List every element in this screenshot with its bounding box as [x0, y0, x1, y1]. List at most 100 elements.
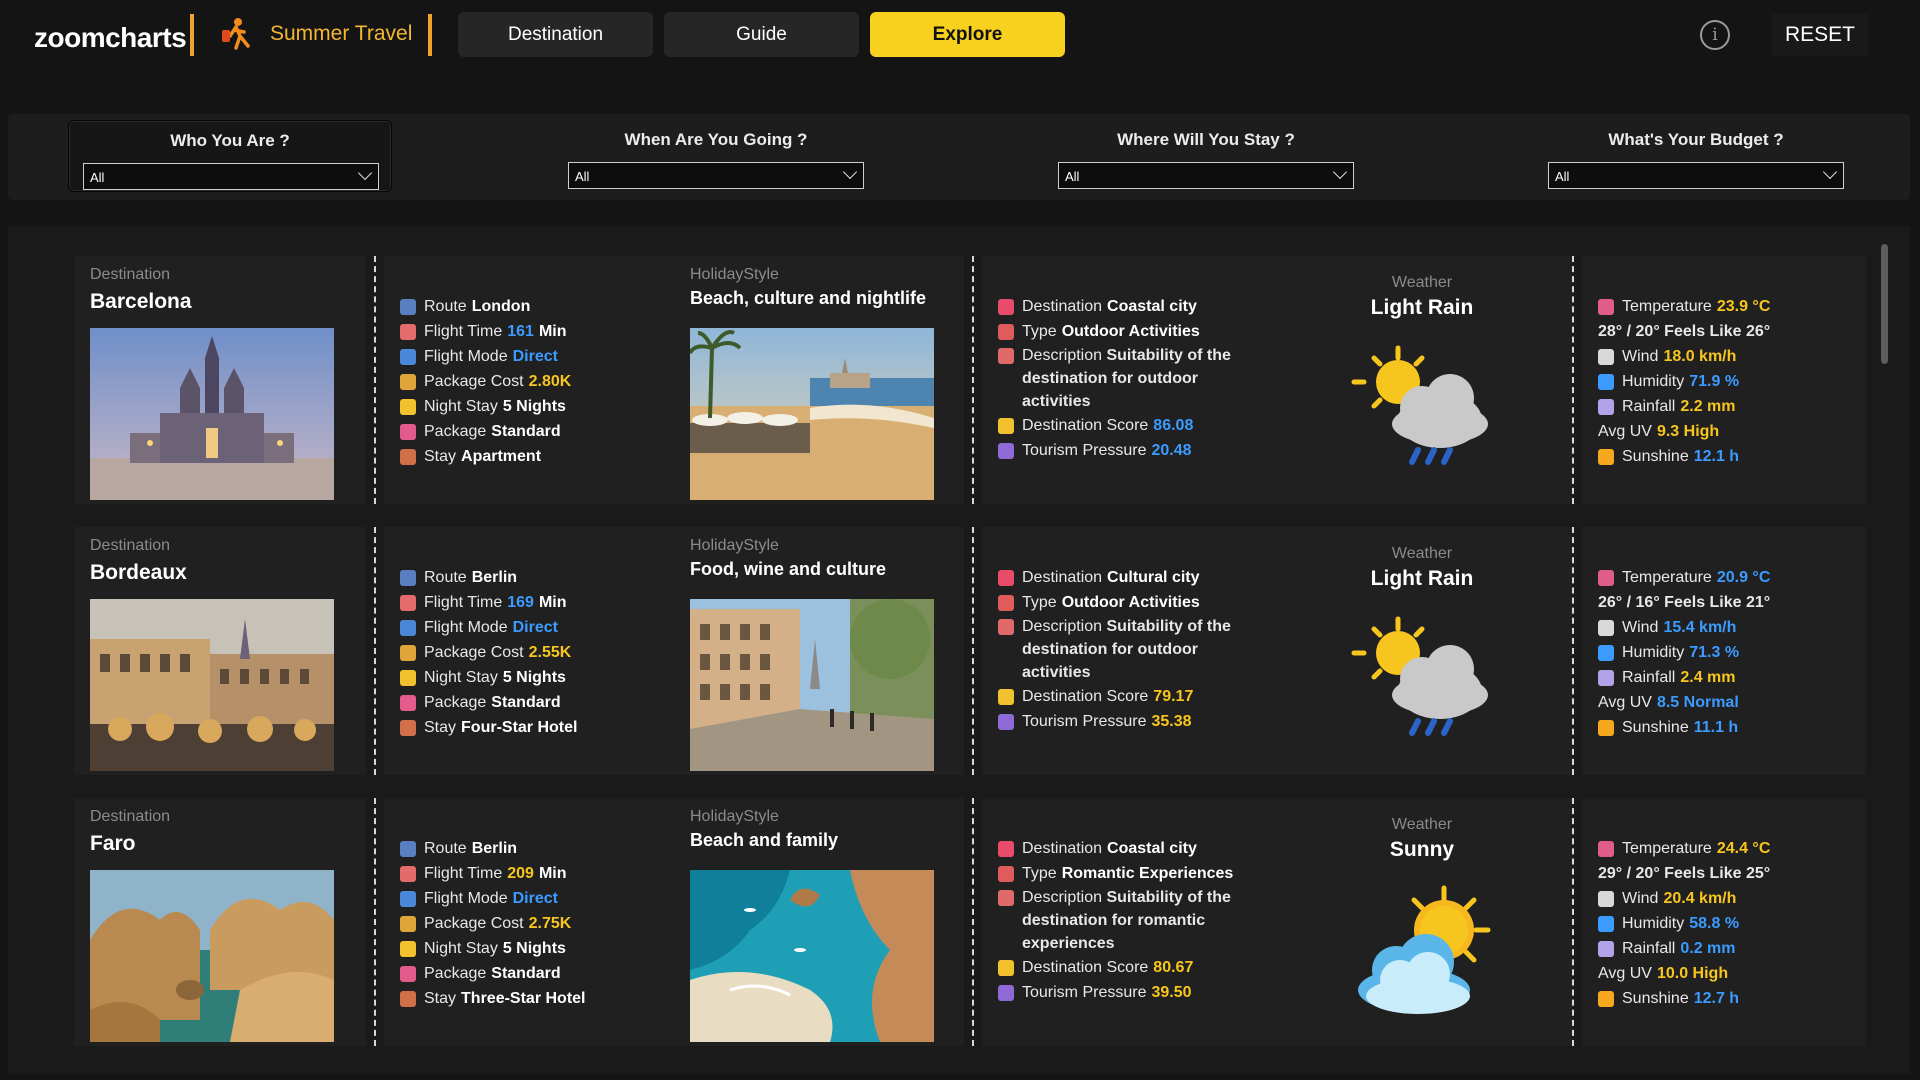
people-line: Tourism Pressure 20.48 [998, 438, 1262, 463]
tab-explore[interactable]: Explore [870, 12, 1065, 57]
budget-select[interactable]: All [1548, 162, 1844, 189]
field-label: Stay [424, 448, 457, 465]
droplet-line: Humidity 71.3 % [1598, 640, 1770, 665]
filter-bar: Who You Are ? All When Are You Going ? A… [8, 114, 1910, 200]
field-label: Temperature [1622, 840, 1712, 857]
stopwatch-icon [400, 594, 416, 611]
stopwatch-line: Flight Time 161 Min [400, 319, 571, 344]
holiday-style-photo [690, 328, 934, 500]
field-label: Stay [424, 990, 457, 1007]
field-value: Berlin [471, 840, 518, 857]
weather-condition: Light Rain [1370, 567, 1474, 590]
location-pin-line: Destination Coastal city [998, 294, 1262, 319]
field-label: Flight Mode [424, 619, 508, 636]
field-label: Humidity [1622, 915, 1685, 932]
field-value: 169 [507, 594, 534, 611]
field-value: Standard [491, 965, 561, 982]
hotel-line: Stay Apartment [400, 444, 571, 469]
field-label: Avg UV [1598, 423, 1652, 440]
thermometer-line: Temperature 24.4 °C [1598, 836, 1770, 861]
travel-details: Route Berlin Flight Time 169 Min Flight M… [400, 565, 577, 740]
sun-line: Sunshine 11.1 h [1598, 715, 1770, 740]
sun-rain-cloud-icon [1348, 613, 1498, 747]
field-label: Rainfall [1622, 669, 1676, 686]
uv-line: Avg UV 10.0 High [1598, 961, 1770, 986]
backpack-icon [400, 423, 416, 440]
tab-guide[interactable]: Guide [664, 12, 859, 57]
field-label: Destination Score [1022, 417, 1149, 434]
field-label: Destination Score [1022, 688, 1149, 705]
money-line: Package Cost 2.55K [400, 640, 577, 665]
field-value: Cultural city [1107, 569, 1200, 586]
plane-route-line: Route London [400, 294, 571, 319]
holiday-style-label: HolidayStyle [690, 266, 779, 283]
wind-icon [1598, 890, 1614, 907]
thermometer-icon [1598, 840, 1614, 857]
weather-label: Weather [1391, 274, 1453, 291]
field-label: Route [424, 298, 467, 315]
where-stay-select[interactable]: All [1058, 162, 1354, 189]
target-line: Type Outdoor Activities [998, 319, 1262, 344]
holiday-style-value: Beach, culture and nightlife [690, 288, 927, 308]
target-line: Type Romantic Experiences [998, 861, 1262, 886]
description-line: Description Suitability of the destinati… [998, 615, 1262, 684]
field-value: 20.9 °C [1716, 569, 1771, 586]
scrollbar[interactable] [1881, 244, 1888, 364]
filter-label: Who You Are ? [170, 131, 290, 150]
filter-when-going: When Are You Going ? All [554, 120, 878, 192]
wind-icon [1598, 619, 1614, 636]
weather-condition: Light Rain [1370, 296, 1474, 319]
who-you-are-select[interactable]: All [83, 163, 379, 190]
filter-budget: What's Your Budget ? All [1534, 120, 1858, 192]
rain-cloud-line: Rainfall 2.4 mm [1598, 665, 1770, 690]
info-icon[interactable]: i [1700, 20, 1730, 50]
field-label: Package [424, 694, 487, 711]
reset-button[interactable]: RESET [1772, 14, 1868, 56]
field-value: Outdoor Activities [1061, 594, 1200, 611]
destination-row: Destination Barcelona Route London Fligh… [74, 256, 1866, 504]
target-icon [998, 594, 1014, 611]
column-divider [1572, 256, 1574, 504]
weather-label: Weather [1391, 816, 1453, 833]
star-icon [998, 688, 1014, 705]
stopwatch-line: Flight Time 209 Min [400, 861, 585, 886]
field-value: Standard [491, 694, 561, 711]
sun-icon [1598, 448, 1614, 465]
location-pin-icon [998, 840, 1014, 857]
when-going-select[interactable]: All [568, 162, 864, 189]
field-label: Description [1022, 889, 1103, 906]
rain-cloud-line: Rainfall 0.2 mm [1598, 936, 1770, 961]
target-icon [998, 323, 1014, 340]
field-label: Flight Time [424, 323, 503, 340]
star-icon [998, 417, 1014, 434]
holiday-style-label: HolidayStyle [690, 537, 779, 554]
field-label: Rainfall [1622, 398, 1676, 415]
people-icon [998, 713, 1014, 730]
filter-where-stay: Where Will You Stay ? All [1044, 120, 1368, 192]
destination-row: Destination Bordeaux Route Berlin Flight… [74, 527, 1866, 775]
feels-like-value: 26° / 16° Feels Like 21° [1598, 594, 1771, 611]
moon-line: Night Stay 5 Nights [400, 936, 585, 961]
tab-destination[interactable]: Destination [458, 12, 653, 57]
minutes-unit: Min [538, 323, 567, 340]
destination-name: Barcelona [90, 290, 192, 313]
description-line: Description Suitability of the destinati… [998, 344, 1262, 413]
plane-route-icon [400, 840, 416, 857]
field-label: Stay [424, 719, 457, 736]
moon-icon [400, 940, 416, 957]
feels-line: 26° / 16° Feels Like 21° [1598, 590, 1770, 615]
destination-name: Faro [90, 832, 136, 855]
rain-cloud-icon [1598, 669, 1614, 686]
field-value: Romantic Experiences [1061, 865, 1234, 882]
field-label: Package Cost [424, 373, 524, 390]
description: Description Suitability of the destinati… [1022, 344, 1262, 413]
sun-icon [1598, 990, 1614, 1007]
description: Description Suitability of the destinati… [1022, 886, 1262, 955]
field-value: 10.0 High [1656, 965, 1729, 982]
field-label: Package Cost [424, 644, 524, 661]
document-icon [998, 348, 1014, 364]
field-label: Type [1022, 865, 1057, 882]
destination-row: Destination Faro Route Berlin Flight Tim… [74, 798, 1866, 1046]
target-line: Type Outdoor Activities [998, 590, 1262, 615]
field-label: Flight Mode [424, 348, 508, 365]
